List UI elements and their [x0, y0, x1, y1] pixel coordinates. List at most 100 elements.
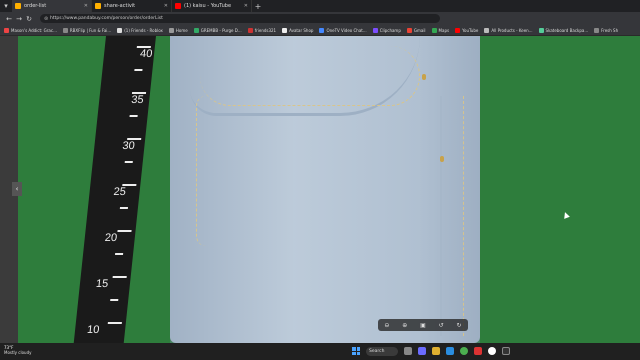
fly-stitching	[196, 96, 226, 246]
app-icon[interactable]	[502, 347, 510, 355]
bookmark[interactable]: friends321	[247, 27, 277, 33]
ruler-tick	[129, 115, 138, 117]
pandabuy-favicon	[15, 3, 21, 9]
ruler-tick	[124, 161, 133, 163]
tab-order-list[interactable]: order-list ✕	[12, 0, 92, 12]
bookmark-label: Fresh Sh	[601, 27, 619, 33]
ruler-tick	[134, 69, 143, 71]
app-icon[interactable]	[474, 347, 482, 355]
bookmark-favicon	[319, 27, 325, 33]
bookmark-label: Mason's Addict: Grac...	[11, 27, 57, 33]
close-tab-icon[interactable]: ✕	[244, 3, 248, 9]
rivet	[422, 74, 426, 80]
image-toolbar: ⊖ ⊕ ▣ ↺ ↻	[378, 319, 468, 331]
previous-image-button[interactable]: ‹	[12, 182, 22, 196]
bookmark-label: YouTube	[462, 27, 479, 33]
tab-title: order-list	[24, 3, 47, 9]
tab-title: (1) kaisu - YouTube	[184, 3, 232, 9]
close-tab-icon[interactable]: ✕	[84, 3, 88, 9]
ruler-tick	[114, 253, 124, 255]
app-icon[interactable]	[488, 347, 496, 355]
bookmark[interactable]: (1) Friends - Roblox	[117, 27, 163, 33]
image-viewer: 40 35 30 25 20 15 10 ‹ ⊖ ⊕ ▣ ↺ ↻	[0, 36, 640, 343]
ruler-tick	[119, 207, 129, 209]
chrome-icon[interactable]	[460, 347, 468, 355]
tab-search-icon[interactable]: ▾	[0, 0, 12, 12]
bookmark-label: friends321	[254, 27, 277, 33]
maps-icon	[431, 27, 437, 33]
bookmark[interactable]: Fresh Sh	[594, 27, 619, 33]
jeans-side-seam	[440, 96, 464, 336]
bookmark[interactable]: Avatar Shop	[282, 27, 314, 33]
fit-icon[interactable]: ▣	[420, 322, 426, 329]
reload-icon[interactable]: ↻	[24, 15, 34, 23]
search-label: Search	[369, 349, 385, 354]
bookmark-label: Gmail	[413, 27, 426, 33]
task-view-icon[interactable]	[404, 347, 412, 355]
back-icon[interactable]: ←	[4, 15, 14, 23]
ruler-tick	[112, 276, 127, 278]
start-icon[interactable]	[352, 347, 360, 355]
bookmarks-bar: Mason's Addict: Grac... RBXFlip | Fun & …	[0, 25, 640, 36]
tab-strip: ▾ order-list ✕ share-activit ✕ (1) kaisu…	[0, 0, 640, 12]
bookmark[interactable]: Gmail	[406, 27, 426, 33]
ruler-number: 30	[121, 140, 136, 152]
bookmark-favicon	[594, 27, 600, 33]
new-tab-button[interactable]: +	[252, 2, 264, 11]
ruler-tick	[110, 299, 119, 301]
bookmark-favicon	[372, 27, 378, 33]
edge-icon[interactable]	[446, 347, 454, 355]
weather-condition: Mostly cloudy	[4, 350, 32, 355]
bookmark-favicon	[484, 27, 490, 33]
bookmark-label: Clipchamp	[379, 27, 401, 33]
ruler-number: 15	[95, 278, 109, 290]
taskbar-search[interactable]: Search	[366, 347, 398, 356]
tab-title: share-activit	[104, 3, 136, 9]
bookmark[interactable]: OneTV Video Chat...	[319, 27, 367, 33]
address-bar[interactable]: ⊜ https://www.pandabuy.com/person/order/…	[40, 14, 440, 23]
bookmark-label: GREMBB - Purge D...	[200, 27, 242, 33]
bookmark[interactable]: Skateboard Backpa...	[538, 27, 589, 33]
bookmark-label: Home	[175, 27, 188, 33]
browser-toolbar: ← → ↻ ⊜ https://www.pandabuy.com/person/…	[0, 12, 640, 25]
bookmark-label: Maps	[438, 27, 450, 33]
ruler-number: 35	[130, 94, 145, 106]
bookmark[interactable]: Clipchamp	[372, 27, 401, 33]
bookmark[interactable]: Maps	[431, 27, 450, 33]
bookmark-label: OneTV Video Chat...	[326, 27, 367, 33]
bookmark[interactable]: GREMBB - Purge D...	[193, 27, 242, 33]
ruler-number: 20	[104, 232, 118, 244]
bookmark-favicon	[538, 27, 544, 33]
bookmark-favicon	[62, 27, 68, 33]
bookmark-label: Skateboard Backpa...	[545, 27, 589, 33]
rotate-right-icon[interactable]: ↻	[456, 322, 461, 329]
screen: ▾ order-list ✕ share-activit ✕ (1) kaisu…	[0, 0, 640, 360]
rotate-left-icon[interactable]: ↺	[439, 322, 444, 329]
bookmark-label: Avatar Shop	[289, 27, 314, 33]
zoom-in-icon[interactable]: ⊕	[402, 322, 407, 329]
youtube-icon	[455, 27, 461, 33]
bookmark[interactable]: Home	[168, 27, 188, 33]
windows-taskbar: 73°F Mostly cloudy Search	[0, 343, 640, 360]
url-text: https://www.pandabuy.com/person/order/or…	[50, 16, 163, 21]
bookmark[interactable]: RBXFlip | Fun & Fai...	[62, 27, 112, 33]
bookmark[interactable]: Mason's Addict: Grac...	[4, 27, 57, 33]
ruler-tick	[107, 322, 122, 324]
bookmark-favicon	[117, 27, 123, 33]
bookmark[interactable]: All Products - Keen...	[484, 27, 533, 33]
bookmark-label: RBXFlip | Fun & Fai...	[69, 27, 112, 33]
pocket-stitching	[200, 46, 420, 106]
tab-share-activit[interactable]: share-activit ✕	[92, 0, 172, 12]
weather-widget[interactable]: 73°F Mostly cloudy	[4, 345, 32, 355]
ruler-number: 40	[139, 48, 153, 60]
zoom-out-icon[interactable]: ⊖	[384, 322, 389, 329]
bookmark-favicon	[247, 27, 253, 33]
tab-youtube[interactable]: (1) kaisu - YouTube ✕	[172, 0, 252, 12]
forward-icon[interactable]: →	[14, 15, 24, 23]
bookmark-label: All Products - Keen...	[491, 27, 533, 33]
bookmark[interactable]: YouTube	[455, 27, 479, 33]
chat-icon[interactable]	[418, 347, 426, 355]
close-tab-icon[interactable]: ✕	[164, 3, 168, 9]
bookmark-label: (1) Friends - Roblox	[124, 27, 163, 33]
file-explorer-icon[interactable]	[432, 347, 440, 355]
